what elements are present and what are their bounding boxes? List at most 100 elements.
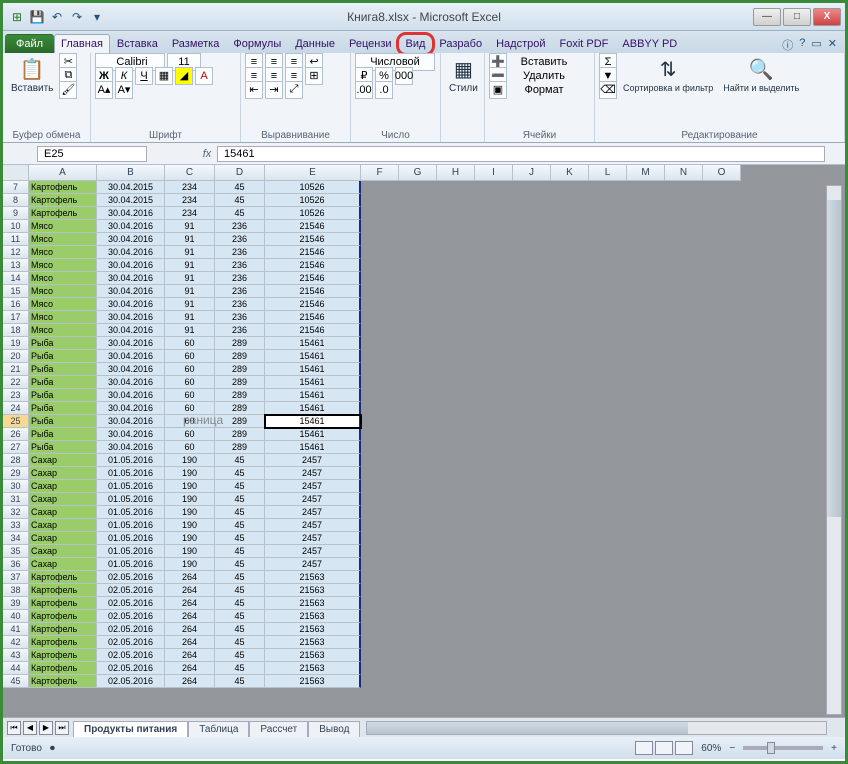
cell[interactable]: 190 <box>165 467 215 480</box>
cell[interactable]: 289 <box>215 428 265 441</box>
row-header[interactable]: 22 <box>3 376 29 389</box>
cell[interactable]: 45 <box>215 623 265 636</box>
cell[interactable]: 236 <box>215 246 265 259</box>
cell[interactable]: Рыба <box>29 376 97 389</box>
cell[interactable]: 236 <box>215 272 265 285</box>
cell[interactable]: 21563 <box>265 649 361 662</box>
cell[interactable]: 45 <box>215 532 265 545</box>
row-header[interactable]: 30 <box>3 480 29 493</box>
row-header[interactable]: 43 <box>3 649 29 662</box>
cell[interactable]: Картофель <box>29 662 97 675</box>
cell[interactable]: Картофель <box>29 181 97 194</box>
cell[interactable]: 190 <box>165 506 215 519</box>
cell[interactable]: 60 <box>165 363 215 376</box>
ribbon-close-icon[interactable]: ✕ <box>828 37 837 53</box>
zoom-thumb[interactable] <box>767 742 775 754</box>
row-header[interactable]: 21 <box>3 363 29 376</box>
cell[interactable]: 2457 <box>265 545 361 558</box>
help-icon[interactable]: ⓘ <box>782 37 793 53</box>
horizontal-scrollbar[interactable] <box>366 721 827 735</box>
zoom-out-button[interactable]: − <box>729 743 735 754</box>
col-header-J[interactable]: J <box>513 165 551 181</box>
sheet-nav-prev-icon[interactable]: ◀ <box>23 721 37 735</box>
cell[interactable]: 21546 <box>265 272 361 285</box>
row-header[interactable]: 11 <box>3 233 29 246</box>
cell[interactable]: 289 <box>215 415 265 428</box>
row-header[interactable]: 7 <box>3 181 29 194</box>
cell[interactable]: 45 <box>215 181 265 194</box>
cell[interactable]: Сахар <box>29 493 97 506</box>
cell[interactable]: 236 <box>215 298 265 311</box>
cell[interactable]: 60 <box>165 428 215 441</box>
cell[interactable]: 01.05.2016 <box>97 519 165 532</box>
zoom-slider[interactable] <box>743 746 823 750</box>
cell[interactable]: 2457 <box>265 467 361 480</box>
cell[interactable]: 2457 <box>265 558 361 571</box>
cell[interactable]: 190 <box>165 480 215 493</box>
row-header[interactable]: 20 <box>3 350 29 363</box>
font-color-button[interactable]: A <box>195 67 213 85</box>
vertical-scrollbar[interactable] <box>826 185 842 715</box>
ribbon-min-icon[interactable]: ▭ <box>811 37 821 53</box>
cell[interactable]: 190 <box>165 558 215 571</box>
save-icon[interactable]: 💾 <box>29 9 45 25</box>
ribbon-tab-foxit pdf[interactable]: Foxit PDF <box>553 34 616 53</box>
zoom-in-button[interactable]: + <box>831 743 837 754</box>
cell[interactable]: 234 <box>165 207 215 220</box>
cell[interactable]: 21563 <box>265 662 361 675</box>
worksheet-grid[interactable]: ABCDEFGHIJKLMNO 7Картофель30.04.20152344… <box>3 165 845 717</box>
row-header[interactable]: 42 <box>3 636 29 649</box>
cell[interactable]: 45 <box>215 584 265 597</box>
cell[interactable]: 289 <box>215 389 265 402</box>
cell[interactable]: 30.04.2016 <box>97 337 165 350</box>
cell[interactable]: 45 <box>215 480 265 493</box>
styles-button[interactable]: ▦Стили <box>445 55 482 96</box>
row-header[interactable]: 12 <box>3 246 29 259</box>
cell[interactable]: 45 <box>215 194 265 207</box>
cell[interactable]: 02.05.2016 <box>97 662 165 675</box>
cell[interactable]: 30.04.2016 <box>97 363 165 376</box>
cell[interactable]: 30.04.2016 <box>97 272 165 285</box>
cell[interactable]: Сахар <box>29 467 97 480</box>
cell[interactable]: 21546 <box>265 324 361 337</box>
cell[interactable]: 02.05.2016 <box>97 597 165 610</box>
cell[interactable]: 91 <box>165 285 215 298</box>
cell[interactable]: 190 <box>165 454 215 467</box>
sheet-tab[interactable]: Продукты питания <box>73 721 188 737</box>
cell[interactable]: 21546 <box>265 285 361 298</box>
cell[interactable]: 45 <box>215 506 265 519</box>
sheet-tab[interactable]: Вывод <box>308 721 360 737</box>
cell[interactable]: 30.04.2016 <box>97 259 165 272</box>
comma-icon[interactable]: 000 <box>395 67 413 85</box>
cell[interactable]: 60 <box>165 337 215 350</box>
col-header-B[interactable]: B <box>97 165 165 181</box>
cell[interactable]: Картофель <box>29 194 97 207</box>
row-header[interactable]: 44 <box>3 662 29 675</box>
cell[interactable]: 45 <box>215 545 265 558</box>
cell[interactable]: Сахар <box>29 532 97 545</box>
cell[interactable]: 45 <box>215 675 265 688</box>
cell[interactable]: Рыба <box>29 428 97 441</box>
row-header[interactable]: 34 <box>3 532 29 545</box>
col-header-G[interactable]: G <box>399 165 437 181</box>
cell[interactable]: 02.05.2016 <box>97 675 165 688</box>
cell[interactable]: 01.05.2016 <box>97 532 165 545</box>
cell[interactable]: 30.04.2016 <box>97 376 165 389</box>
cell[interactable]: 15461 <box>265 376 361 389</box>
ribbon-tab-abbyy pd[interactable]: ABBYY PD <box>615 34 684 53</box>
cell[interactable]: 264 <box>165 584 215 597</box>
row-header[interactable]: 10 <box>3 220 29 233</box>
undo-icon[interactable]: ↶ <box>49 9 65 25</box>
col-header-E[interactable]: E <box>265 165 361 181</box>
cell[interactable]: 264 <box>165 675 215 688</box>
cell[interactable]: 2457 <box>265 506 361 519</box>
ribbon-tab-вставка[interactable]: Вставка <box>110 34 165 53</box>
cell[interactable]: 60 <box>165 402 215 415</box>
sheet-tab[interactable]: Рассчет <box>249 721 308 737</box>
cell[interactable]: 45 <box>215 636 265 649</box>
cell[interactable]: 236 <box>215 285 265 298</box>
row-header[interactable]: 16 <box>3 298 29 311</box>
name-box[interactable]: E25 <box>37 146 147 162</box>
cell[interactable]: Картофель <box>29 649 97 662</box>
cell[interactable]: 30.04.2015 <box>97 181 165 194</box>
